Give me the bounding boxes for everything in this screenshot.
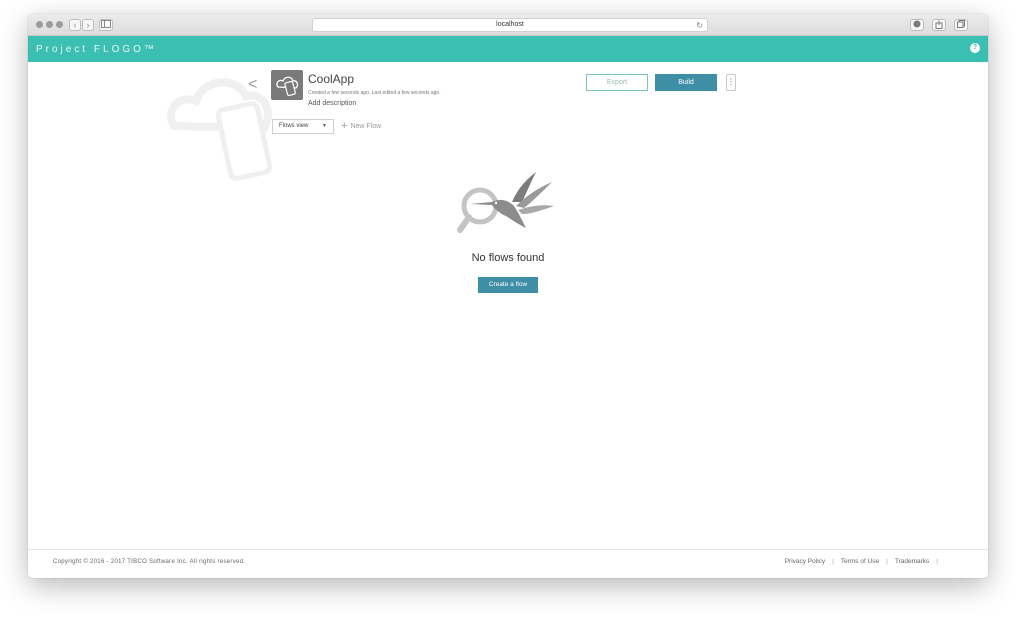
- browser-back-button[interactable]: ‹: [69, 19, 81, 31]
- caret-down-icon: ▼: [322, 123, 327, 129]
- privacy-policy-link[interactable]: Privacy Policy: [778, 558, 832, 565]
- more-options-icon[interactable]: ⋮: [726, 74, 736, 91]
- view-selector-label: Flows view: [279, 123, 309, 129]
- app-name[interactable]: CoolApp: [308, 72, 354, 86]
- new-flow-button[interactable]: + New Flow: [341, 120, 381, 132]
- back-chevron-icon[interactable]: <: [248, 76, 257, 94]
- plus-icon: +: [341, 120, 348, 132]
- browser-forward-button[interactable]: ›: [82, 19, 94, 31]
- reload-icon[interactable]: ↻: [696, 20, 703, 32]
- copyright-text: Copyright © 2016 - 2017 TIBCO Software I…: [53, 559, 246, 565]
- export-button[interactable]: Export: [586, 74, 648, 91]
- minimize-window-icon[interactable]: [46, 21, 53, 28]
- browser-toolbar: ‹ › localhost ↻: [28, 14, 988, 36]
- empty-state-illustration: [457, 172, 554, 233]
- create-flow-button[interactable]: Create a flow: [478, 277, 538, 293]
- share-icon[interactable]: [932, 19, 946, 31]
- view-selector[interactable]: Flows view ▼: [272, 119, 334, 134]
- tabs-overview-icon[interactable]: [954, 19, 968, 31]
- brand-logo-text[interactable]: Project FLOGO™: [36, 44, 157, 55]
- terms-of-use-link[interactable]: Terms of Use: [834, 558, 886, 565]
- empty-state-message: No flows found: [471, 252, 545, 264]
- close-window-icon[interactable]: [36, 21, 43, 28]
- footer-links: Privacy Policy | Terms of Use | Trademarks |: [778, 558, 938, 565]
- add-description-link[interactable]: Add description: [308, 100, 356, 107]
- new-flow-label: New Flow: [350, 123, 382, 130]
- app-icon: [271, 70, 303, 100]
- help-icon[interactable]: ?: [970, 43, 980, 53]
- sidebar-toggle-icon[interactable]: [99, 19, 113, 31]
- footer: Copyright © 2016 - 2017 TIBCO Software I…: [28, 549, 988, 578]
- app-timestamps: Created a few seconds ago. Last edited a…: [308, 90, 441, 96]
- browser-window: ‹ › localhost ↻ Project FLOGO™ ? < CoolA…: [28, 14, 988, 578]
- url-text: localhost: [496, 21, 524, 28]
- downloads-icon[interactable]: [910, 19, 924, 31]
- address-bar[interactable]: localhost ↻: [312, 18, 708, 32]
- footer-separator: |: [936, 558, 938, 565]
- app-header: Project FLOGO™ ?: [28, 36, 988, 62]
- trademarks-link[interactable]: Trademarks: [888, 558, 936, 565]
- zoom-window-icon[interactable]: [56, 21, 63, 28]
- build-button[interactable]: Build: [655, 74, 717, 91]
